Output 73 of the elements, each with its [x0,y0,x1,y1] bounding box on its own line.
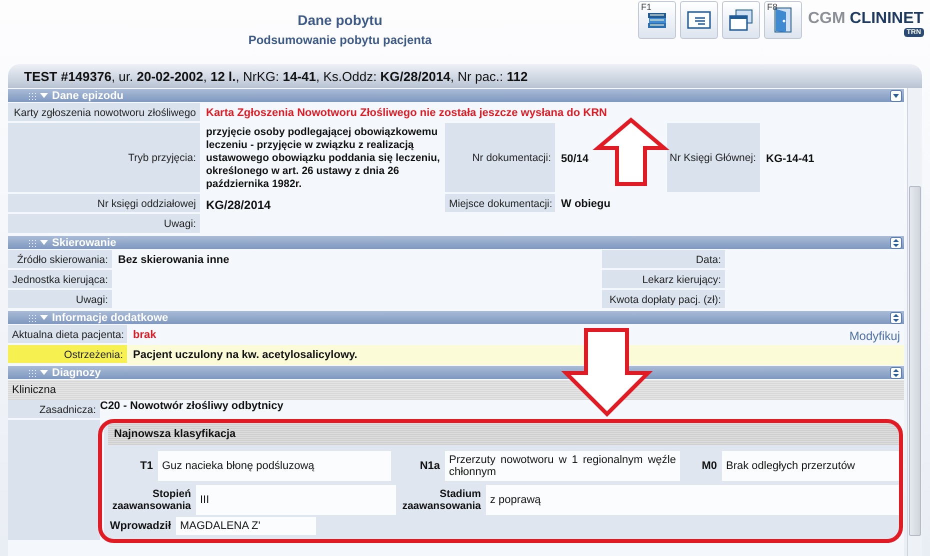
section-header[interactable]: Skierowanie [8,236,904,249]
field-label: Stadium zaawansowania [401,487,482,514]
field-value: Przerzuty nowotworu w 1 regionalnym węźle chłonnym [445,451,680,481]
patient-info: TEST #149376, ur. 20-02-2002, 12 l., NrKG: 14-41, Ks.Oddz: KG/28/2014, Nr pac.: 112 [24,68,528,84]
scrollbar[interactable] [907,88,922,556]
toolbar-button[interactable]: F1 [638,1,676,39]
collapse-icon [40,92,48,98]
field-label: Data: [602,250,725,270]
section-title: Informacje dodatkowe [52,312,168,324]
field-label: Tryb przyjęcia: [8,123,200,194]
field-value: Guz nacieka błonę podśluzową [158,451,391,481]
field-label: Zasadnicza: [8,400,100,420]
collapse-icon [40,370,48,376]
collapse-icon [40,240,48,246]
toggle-icon[interactable] [890,236,902,248]
field-value: KG-14-41 [765,152,816,166]
modify-link[interactable]: Modyfikuj [849,329,900,345]
page-title: Dane pobytu [296,12,384,28]
grip-icon [28,238,36,246]
field-label: Uwagi: [8,214,200,235]
field-label: Nr księgi oddziałowej [8,194,200,214]
group-header: Kliniczna [8,380,904,400]
toggle-icon[interactable] [890,312,902,324]
classification-title: Najnowsza klasyfikacja [108,423,899,445]
toggle-icon[interactable] [890,366,902,378]
field-label: Nr dokumentacji: [445,123,555,194]
field-value: przyjęcie osoby podlegającej obowiązkowemu leczeniu - przyjęcie w związku z realizacją ustawowego obowiązku poddania się leczeniu, określonego w art. 26 ustawy z dnia 26 października 1982r. [205,125,441,192]
section-title: Skierowanie [52,236,116,248]
field-value: z poprawą [486,485,899,515]
field-value: III [196,485,396,515]
field-label: Kwota dopłaty pacj. (zł): [602,290,725,310]
field-label: Uwagi: [8,290,112,310]
field-label: Miejsce dokumentacji: [445,194,555,214]
section-header[interactable]: Diagnozy [8,366,904,379]
field-label: Aktualna dieta pacjenta: [8,325,127,345]
section-title: Diagnozy [52,366,101,378]
field-label: Ostrzeżenia: [8,345,127,365]
field-label: Nr Księgi Głównej: [667,123,760,194]
field-label: Źródło skierowania: [8,250,112,270]
grip-icon [28,92,36,100]
card-icon [686,9,712,31]
toolbar-button[interactable] [680,1,718,39]
scrollbar-thumb[interactable] [909,186,921,536]
logo-text: CGM CLININET [808,10,924,27]
field-label: Karty zgłoszenia nowotworu złośliwego [8,103,200,123]
collapse-icon [40,314,48,320]
field-value: brak [133,329,156,343]
section-title: Dane epizodu [52,90,124,102]
grip-icon [28,314,36,322]
page-subtitle: Podsumowanie pobytu pacjenta [247,33,433,47]
field-value: C20 - Nowotwór złośliwy odbytnicy [100,400,284,414]
field-label: T1 [139,459,154,474]
field-value: Karta Zgłoszenia Nowotworu Złośliwego nie została jeszcze wysłana do KRN [205,106,608,121]
field-label: Lekarz kierujący: [602,270,725,290]
windows-icon [728,8,754,32]
toggle-icon[interactable] [890,90,902,102]
field-value: Brak odległych przerzutów [722,451,899,481]
field-label: M0 [700,459,718,474]
field-value: W obiegu [560,197,612,212]
toolbar-button[interactable]: F8 [764,1,802,39]
field-value: MAGDALENA Z' [176,517,316,535]
toolbar-button[interactable] [722,1,760,39]
field-value: KG/28/2014 [205,197,272,214]
field-label: Wprowadził [108,519,172,534]
field-label: Stopień zaawansowania [111,487,192,514]
field-label: Jednostka kierująca: [8,270,112,290]
section-header[interactable]: Informacje dodatkowe [8,311,904,324]
warning-text: Pacjent uczulony na kw. acetylosalicylowy. [127,345,904,365]
field-label: N1a [418,459,441,474]
field-value: 50/14 [560,152,590,166]
section-header[interactable]: Dane epizodu [8,89,904,102]
field-value: Bez skierowania inne [117,253,230,268]
grip-icon [28,368,36,376]
